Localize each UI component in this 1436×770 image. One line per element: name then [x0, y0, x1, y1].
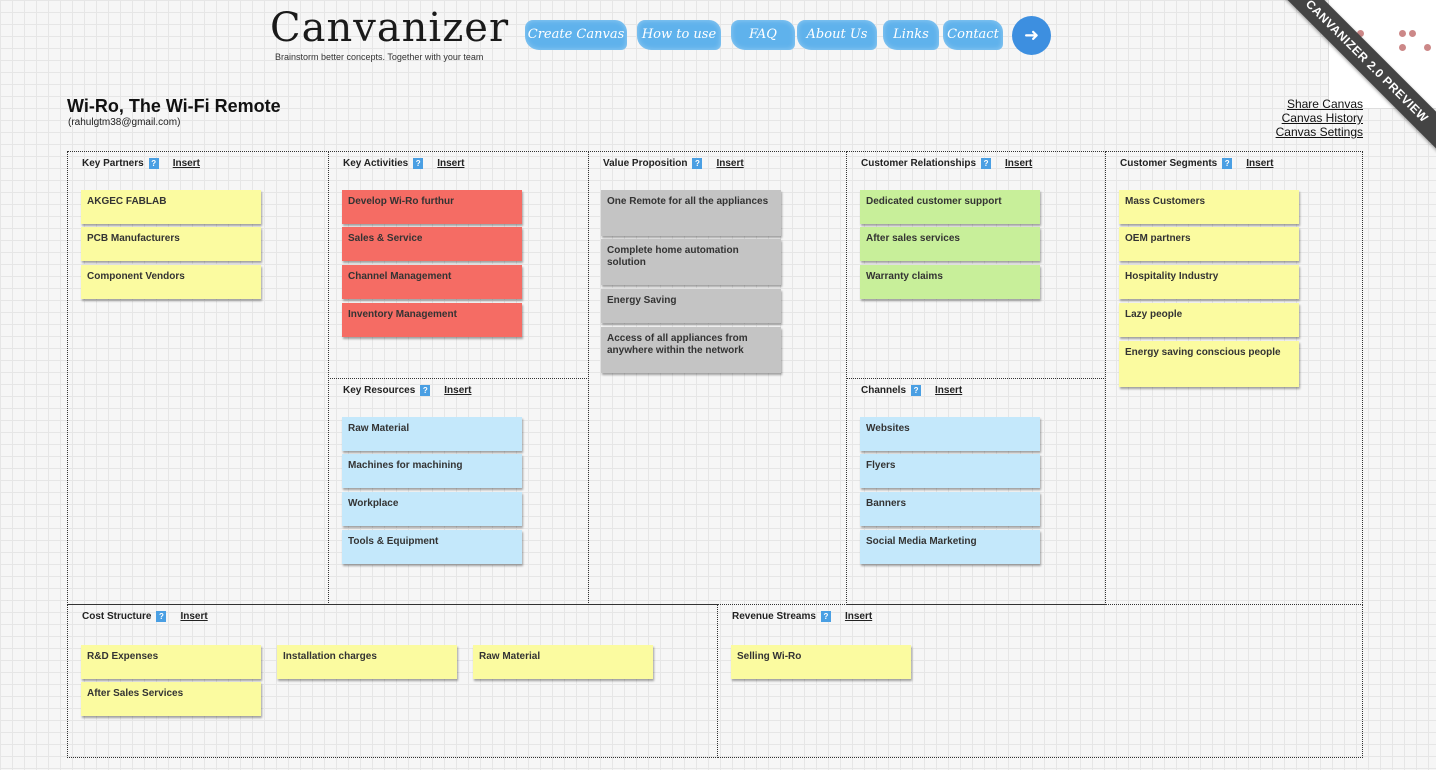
avatar: [1424, 44, 1431, 51]
insert-link[interactable]: Insert: [716, 158, 743, 169]
help-icon[interactable]: ?: [413, 158, 424, 169]
sticky-note[interactable]: Tools & Equipment: [342, 530, 522, 564]
sticky-note[interactable]: Channel Management: [342, 265, 522, 299]
nav-faq[interactable]: FAQ: [731, 20, 795, 50]
sticky-note[interactable]: Selling Wi-Ro: [731, 645, 911, 679]
help-icon[interactable]: ?: [981, 158, 992, 169]
insert-link[interactable]: Insert: [845, 611, 872, 622]
sticky-note[interactable]: One Remote for all the appliances: [601, 190, 781, 236]
sticky-note[interactable]: PCB Manufacturers: [81, 227, 261, 261]
nav-about-us[interactable]: About Us: [797, 20, 877, 50]
insert-link[interactable]: Insert: [180, 611, 207, 622]
help-icon[interactable]: ?: [156, 611, 167, 622]
sticky-note[interactable]: Inventory Management: [342, 303, 522, 337]
section-title: Key Activities: [343, 158, 409, 170]
section-channels: Channels? Insert Websites Flyers Banners …: [846, 378, 1106, 605]
nav-links[interactable]: Links: [883, 20, 939, 50]
sign-in-icon: ➜: [1023, 25, 1040, 45]
help-icon[interactable]: ?: [148, 158, 159, 169]
sticky-note[interactable]: Websites: [860, 417, 1040, 451]
sticky-note[interactable]: Workplace: [342, 492, 522, 526]
section-title: Key Partners: [82, 158, 144, 170]
app-logo[interactable]: Canvanizer: [270, 6, 509, 50]
sticky-note[interactable]: R&D Expenses: [81, 645, 261, 679]
sticky-note[interactable]: Lazy people: [1119, 303, 1299, 337]
insert-link[interactable]: Insert: [935, 385, 962, 396]
section-cost-structure: Cost Structure? Insert R&D Expenses Insta…: [67, 604, 718, 758]
sticky-note[interactable]: Complete home automation solution: [601, 239, 781, 285]
section-title: Revenue Streams: [732, 611, 816, 623]
share-canvas-link[interactable]: Share Canvas: [1276, 97, 1363, 111]
insert-link[interactable]: Insert: [444, 385, 471, 396]
sticky-note[interactable]: Access of all appliances from anywhere w…: [601, 327, 781, 373]
help-icon[interactable]: ?: [911, 385, 922, 396]
avatar: [1409, 30, 1416, 37]
nav-contact[interactable]: Contact: [943, 20, 1003, 50]
insert-link[interactable]: Insert: [1246, 158, 1273, 169]
sticky-note[interactable]: Develop Wi-Ro furthur: [342, 190, 522, 224]
section-title: Key Resources: [343, 385, 416, 397]
sticky-note[interactable]: After sales services: [860, 227, 1040, 261]
canvas-title: Wi-Ro, The Wi-Fi Remote: [67, 96, 281, 116]
sticky-note[interactable]: Installation charges: [277, 645, 457, 679]
insert-link[interactable]: Insert: [173, 158, 200, 169]
sticky-note[interactable]: AKGEC FABLAB: [81, 190, 261, 224]
canvas-owner-email: (rahulgtm38@gmail.com): [68, 117, 181, 128]
sticky-note[interactable]: Machines for machining: [342, 454, 522, 488]
avatar: [1399, 30, 1406, 37]
section-key-resources: Key Resources? Insert Raw Material Machin…: [328, 378, 589, 605]
section-value-proposition: Value Proposition? Insert One Remote for …: [588, 151, 847, 605]
avatar: [1399, 44, 1406, 51]
app-tagline: Brainstorm better concepts. Together wit…: [275, 52, 484, 62]
section-revenue-streams: Revenue Streams? Insert Selling Wi-Ro: [717, 604, 1363, 758]
section-customer-segments: Customer Segments? Insert Mass Customers …: [1105, 151, 1363, 605]
sticky-note[interactable]: Component Vendors: [81, 265, 261, 299]
nav-how-to-use[interactable]: How to use: [637, 20, 721, 50]
sticky-note[interactable]: Banners: [860, 492, 1040, 526]
canvas-settings-link[interactable]: Canvas Settings: [1276, 125, 1363, 139]
help-icon[interactable]: ?: [692, 158, 703, 169]
nav-create-canvas[interactable]: Create Canvas: [525, 20, 627, 50]
sticky-note[interactable]: Social Media Marketing: [860, 530, 1040, 564]
login-button[interactable]: ➜: [1012, 16, 1051, 55]
sticky-note[interactable]: Sales & Service: [342, 227, 522, 261]
sticky-note[interactable]: After Sales Services: [81, 682, 261, 716]
help-icon[interactable]: ?: [1222, 158, 1233, 169]
sticky-note[interactable]: Energy Saving: [601, 289, 781, 323]
section-title: Channels: [861, 385, 907, 397]
sticky-note[interactable]: Hospitality Industry: [1119, 265, 1299, 299]
section-key-activities: Key Activities? Insert Develop Wi-Ro furt…: [328, 151, 589, 379]
sticky-note[interactable]: Flyers: [860, 454, 1040, 488]
help-icon[interactable]: ?: [820, 611, 831, 622]
section-title: Value Proposition: [603, 158, 688, 170]
sticky-note[interactable]: Energy saving conscious people: [1119, 341, 1299, 387]
insert-link[interactable]: Insert: [1005, 158, 1032, 169]
sticky-note[interactable]: Warranty claims: [860, 265, 1040, 299]
sticky-note[interactable]: Mass Customers: [1119, 190, 1299, 224]
sticky-note[interactable]: OEM partners: [1119, 227, 1299, 261]
sticky-note[interactable]: Raw Material: [342, 417, 522, 451]
section-title: Customer Relationships: [861, 158, 977, 170]
section-title: Customer Segments: [1120, 158, 1218, 170]
section-title: Cost Structure: [82, 611, 152, 623]
sticky-note[interactable]: Dedicated customer support: [860, 190, 1040, 224]
help-icon[interactable]: ?: [420, 385, 431, 396]
insert-link[interactable]: Insert: [437, 158, 464, 169]
section-key-partners: Key Partners? Insert AKGEC FABLAB PCB Man…: [67, 151, 329, 605]
canvas-actions: Share Canvas Canvas History Canvas Setti…: [1276, 97, 1363, 139]
sticky-note[interactable]: Raw Material: [473, 645, 653, 679]
section-customer-relationships: Customer Relationships? Insert Dedicated …: [846, 151, 1106, 379]
canvas-history-link[interactable]: Canvas History: [1276, 111, 1363, 125]
